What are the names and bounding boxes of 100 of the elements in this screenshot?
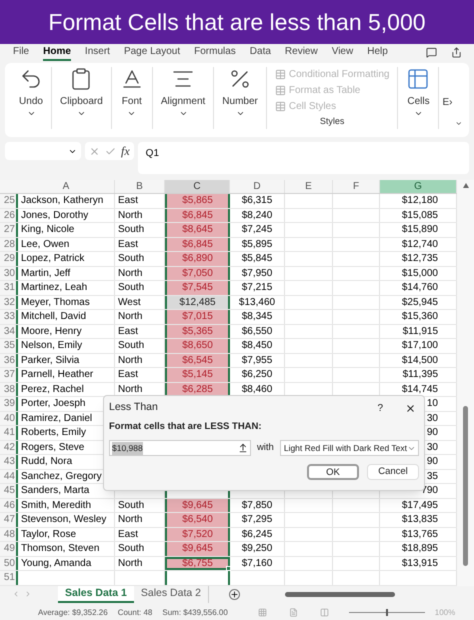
row-number[interactable]: 32 xyxy=(0,296,18,309)
row-number[interactable]: 38 xyxy=(0,382,18,396)
table-cell-text: Thomson, Steven xyxy=(21,542,100,556)
group-label: Styles xyxy=(320,115,344,128)
row-number[interactable]: 45 xyxy=(0,484,18,498)
table-cell-text: North xyxy=(118,556,142,571)
comment-icon[interactable] xyxy=(426,47,437,58)
dialog-button[interactable]: OK xyxy=(307,464,359,480)
row-number[interactable]: 40 xyxy=(0,412,18,425)
table-cell-text: East xyxy=(118,368,138,382)
table-cell-text: Nelson, Emily xyxy=(21,339,82,354)
table-cell-text: Roberts, Emily xyxy=(21,426,86,440)
share-icon[interactable] xyxy=(451,47,462,58)
formula-field[interactable]: Q1 xyxy=(138,142,469,174)
dropdown-caret-icon[interactable] xyxy=(26,109,36,118)
row-number[interactable]: 48 xyxy=(0,528,18,541)
table-cell-text: $8,460 xyxy=(242,382,272,397)
ribbon-tab[interactable]: Review xyxy=(284,44,318,61)
value-field[interactable]: $10,988 xyxy=(109,440,251,456)
row-number[interactable]: 27 xyxy=(0,223,18,236)
ribbon-tab[interactable]: Insert xyxy=(84,44,110,61)
table-cell-text: Young, Amanda xyxy=(21,556,92,571)
row-number[interactable]: 37 xyxy=(0,368,18,382)
ribbon-button[interactable]: Clipboard xyxy=(60,94,103,109)
row-number[interactable]: 44 xyxy=(0,470,18,483)
column-header[interactable]: F xyxy=(333,180,380,193)
row-number[interactable]: 39 xyxy=(0,397,18,410)
row-number[interactable]: 28 xyxy=(0,238,18,251)
collapse-dialog-icon[interactable] xyxy=(238,443,248,454)
column-header[interactable]: E xyxy=(285,180,333,193)
ribbon-button[interactable]: E› xyxy=(442,95,452,110)
row-number[interactable]: 31 xyxy=(0,281,18,294)
dropdown-caret-icon[interactable] xyxy=(76,109,86,118)
table-cell-text: Lee, Owen xyxy=(21,238,70,252)
table-cell-text: $7,245 xyxy=(242,223,272,238)
ribbon-tab[interactable]: Formulas xyxy=(194,44,236,61)
ribbon-tab[interactable]: Page Layout xyxy=(124,44,180,61)
row-number[interactable]: 29 xyxy=(0,252,18,266)
table-cell-text: North xyxy=(118,266,142,281)
dropdown-caret-icon[interactable] xyxy=(414,109,423,118)
status-sum: Sum: $439,556.00 xyxy=(162,606,228,618)
ribbon-button[interactable]: Undo xyxy=(19,94,43,109)
table-icon[interactable] xyxy=(406,67,430,91)
row-number[interactable]: 46 xyxy=(0,498,18,512)
ribbon-tab[interactable]: View xyxy=(332,44,354,61)
table-cell-text: Stevenson, Wesley xyxy=(21,513,106,528)
column-header[interactable]: G xyxy=(380,180,457,193)
ribbon-tab[interactable]: Help xyxy=(367,44,388,61)
format-dropdown[interactable]: Light Red Fill with Dark Red Text xyxy=(280,440,419,456)
add-sheet-icon[interactable] xyxy=(229,588,240,600)
table-cell-text: $7,295 xyxy=(242,513,272,528)
ribbon-button[interactable]: Cells xyxy=(407,94,430,109)
ribbon-tab[interactable]: File xyxy=(13,44,30,61)
function-button[interactable]: fx xyxy=(121,142,130,160)
table-cell-text: $15,000 xyxy=(402,266,438,281)
table-cell-text: Perez, Rachel xyxy=(21,382,84,397)
column-header[interactable]: C xyxy=(165,180,230,193)
row-number[interactable]: 42 xyxy=(0,440,18,454)
vertical-scrollbar[interactable] xyxy=(457,180,474,586)
row-number[interactable]: 51 xyxy=(0,571,18,584)
horizontal-scrollbar[interactable] xyxy=(285,592,395,596)
ribbon-tab[interactable]: Home xyxy=(43,44,71,61)
column-header[interactable]: A xyxy=(18,180,115,193)
ribbon-button[interactable]: Font xyxy=(122,94,142,109)
row-number[interactable]: 25 xyxy=(0,194,18,208)
close-icon[interactable] xyxy=(405,402,416,414)
sheet-tab[interactable]: Sales Data 2 xyxy=(134,586,209,602)
ribbon-button[interactable]: Alignment xyxy=(160,94,206,109)
dropdown-caret-icon[interactable] xyxy=(178,109,188,118)
dialog-button[interactable]: Cancel xyxy=(367,464,419,480)
ribbon-button[interactable]: Number xyxy=(222,94,258,109)
row-number[interactable]: 30 xyxy=(0,266,18,280)
row-number[interactable]: 43 xyxy=(0,455,18,468)
row-number[interactable]: 50 xyxy=(0,556,18,570)
row-number[interactable]: 36 xyxy=(0,354,18,367)
column-header[interactable]: B xyxy=(115,180,165,193)
row-number[interactable]: 35 xyxy=(0,339,18,352)
zoom-slider-thumb[interactable] xyxy=(386,609,388,616)
table-cell-text: South xyxy=(118,498,144,513)
table-cell-text: $6,245 xyxy=(242,528,272,542)
table-cell-text: Jones, Dorothy xyxy=(21,208,88,223)
row-number[interactable]: 41 xyxy=(0,426,18,440)
row-number[interactable]: 49 xyxy=(0,542,18,556)
dropdown-caret-icon[interactable] xyxy=(236,109,245,118)
table-cell-text: South xyxy=(118,542,144,556)
ribbon-tab[interactable]: Data xyxy=(250,44,271,61)
column-header[interactable]: D xyxy=(230,180,285,193)
sheet-tab[interactable]: Sales Data 1 xyxy=(58,586,134,602)
table-cell-text: $14,745 xyxy=(402,382,438,397)
row-number[interactable]: 33 xyxy=(0,310,18,324)
table-cell-text: Moore, Henry xyxy=(21,324,82,339)
help-button[interactable]: ? xyxy=(377,400,383,416)
table-cell-text: Jackson, Katheryn xyxy=(21,194,104,208)
with-label: with xyxy=(256,441,274,456)
row-number[interactable]: 34 xyxy=(0,324,18,338)
scroll-up-icon[interactable] xyxy=(462,183,468,188)
row-number[interactable]: 47 xyxy=(0,513,18,526)
row-number[interactable]: 26 xyxy=(0,208,18,222)
fill-handle[interactable] xyxy=(226,566,231,571)
dropdown-caret-icon[interactable] xyxy=(127,109,136,118)
